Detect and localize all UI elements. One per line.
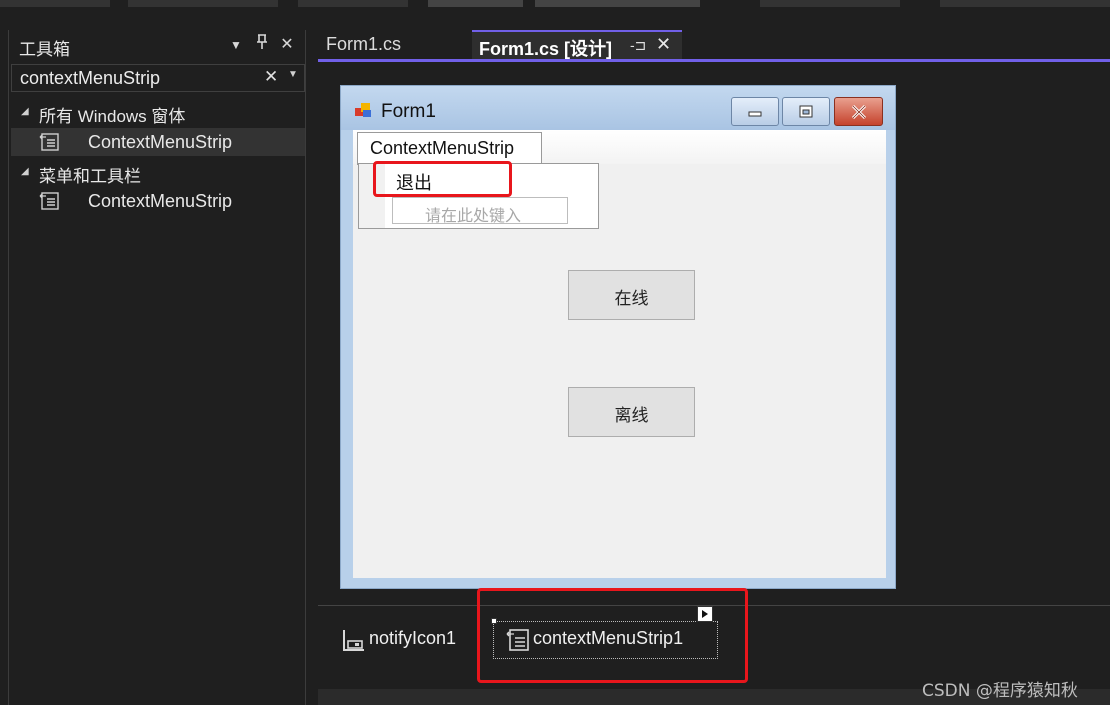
toolbox-search: ✕ ▼ xyxy=(11,64,305,92)
toolbox-header: 工具箱 ▼ ✕ xyxy=(9,30,305,60)
context-menu-strip-icon xyxy=(39,192,59,210)
toolbox-panel: 工具箱 ▼ ✕ ✕ ▼ ◢ 所有 Windows 窗体 ContextMenuS… xyxy=(8,30,306,705)
highlight-tray-item xyxy=(477,588,748,683)
form-title-bar[interactable]: Form1 xyxy=(341,86,895,130)
close-tab-icon[interactable]: ✕ xyxy=(656,34,671,55)
toolbox-search-input[interactable] xyxy=(20,67,260,89)
document-tabs: Form1.cs Form1.cs [设计] -⊐ ✕ xyxy=(318,30,1110,62)
tray-item-label: notifyIcon1 xyxy=(369,628,457,648)
offline-button[interactable]: 离线 xyxy=(568,387,695,437)
window-position-dropdown-icon[interactable]: ▼ xyxy=(226,38,246,52)
toolbox-item-contextmenustrip[interactable]: ContextMenuStrip xyxy=(11,128,305,156)
toolbox-item-label: ContextMenuStrip xyxy=(88,191,233,211)
category-label: 所有 Windows 窗体 xyxy=(39,107,186,126)
context-menu-strip-label: ContextMenuStrip xyxy=(370,138,515,158)
maximize-button[interactable] xyxy=(782,97,830,126)
minimize-icon xyxy=(748,111,762,116)
minimize-button[interactable] xyxy=(731,97,779,126)
close-icon[interactable]: ✕ xyxy=(277,34,297,54)
form-client-area[interactable]: ContextMenuStrip 退出 请在此处键入 在线 离线 xyxy=(353,130,886,578)
button-label: 在线 xyxy=(614,289,649,309)
button-label: 离线 xyxy=(614,406,649,426)
clear-search-icon[interactable]: ✕ xyxy=(264,67,278,87)
tab-label: Form1.cs xyxy=(326,34,402,54)
maximize-icon xyxy=(799,105,813,117)
online-button[interactable]: 在线 xyxy=(568,270,695,320)
toolbox-item-label: ContextMenuStrip xyxy=(88,132,233,152)
collapse-triangle-icon[interactable]: ◢ xyxy=(21,166,29,177)
watermark-text: CSDN @程序猿知秋 xyxy=(922,681,1078,701)
close-icon xyxy=(851,104,866,119)
context-menu-strip-icon xyxy=(39,133,59,151)
tab-form1-designer[interactable]: Form1.cs [设计] -⊐ ✕ xyxy=(472,30,682,60)
form-title: Form1 xyxy=(381,101,436,122)
collapse-triangle-icon[interactable]: ◢ xyxy=(21,106,29,117)
close-window-button[interactable] xyxy=(834,97,883,126)
search-options-dropdown-icon[interactable]: ▼ xyxy=(288,69,298,80)
menu-strip: ContextMenuStrip xyxy=(353,130,886,165)
tab-form1-code[interactable]: Form1.cs xyxy=(318,30,470,60)
tray-item-notifyicon[interactable]: notifyIcon1 xyxy=(342,626,492,656)
toolbox-item-contextmenustrip[interactable]: ContextMenuStrip xyxy=(11,187,305,215)
type-here-box[interactable]: 请在此处键入 xyxy=(392,197,568,225)
notify-icon-icon xyxy=(343,630,364,651)
top-toolbar xyxy=(0,0,1110,30)
pin-icon[interactable] xyxy=(252,34,272,55)
type-here-placeholder: 请在此处键入 xyxy=(425,208,522,225)
category-all-windows-forms[interactable]: ◢ 所有 Windows 窗体 xyxy=(9,98,305,126)
category-label: 菜单和工具栏 xyxy=(39,167,141,186)
category-menus-and-toolbars[interactable]: ◢ 菜单和工具栏 xyxy=(9,158,305,186)
highlight-exit-item xyxy=(373,161,512,197)
tab-label: Form1.cs [设计] xyxy=(479,39,613,59)
toolbox-title: 工具箱 xyxy=(19,40,70,59)
pin-tab-icon[interactable]: -⊐ xyxy=(630,37,646,54)
form-app-icon xyxy=(355,103,371,117)
